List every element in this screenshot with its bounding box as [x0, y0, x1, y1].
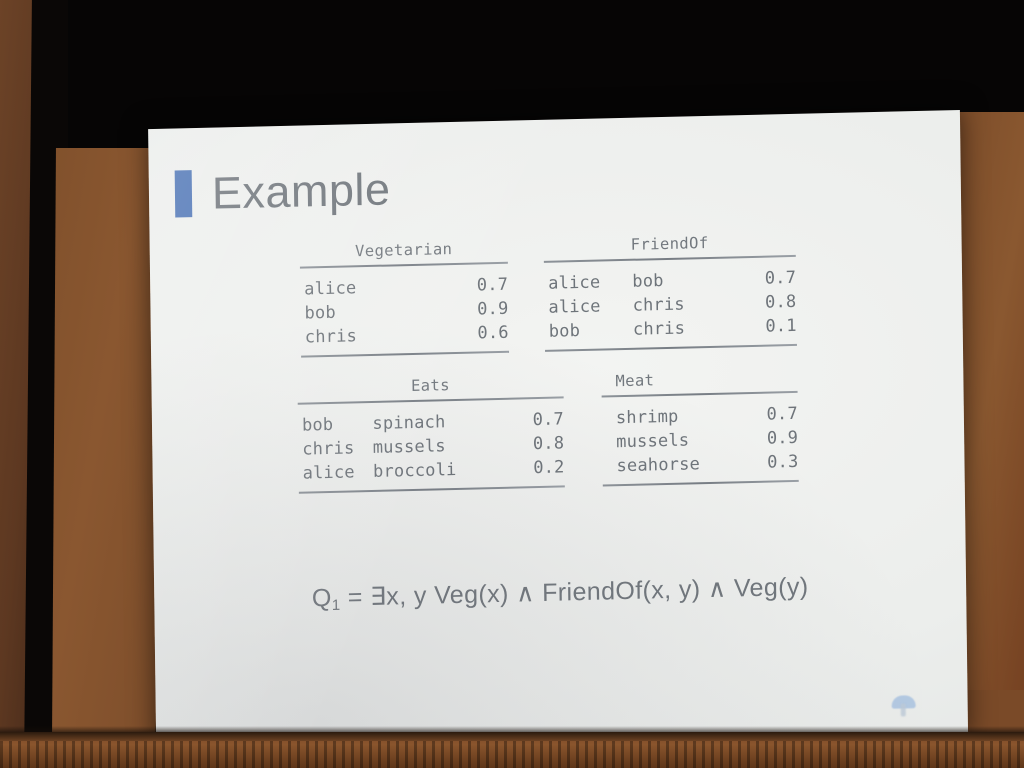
table-bottom-rule: [545, 343, 797, 352]
table-body: bob spinach 0.7 chris mussels 0.8 alice: [298, 407, 565, 485]
cell-weight: 0.2: [533, 457, 565, 479]
lecture-hall-photo: Example Vegetarian alice 0.7 bob 0.9 chr…: [0, 0, 1024, 768]
cell-weight: 0.7: [766, 403, 798, 425]
cell-entity: bob: [301, 414, 334, 436]
page-title: Example: [211, 163, 391, 219]
cell-weight: 0.8: [764, 291, 797, 313]
cell-entity2: chris: [632, 318, 686, 340]
table-vegetarian: Vegetarian alice 0.7 bob 0.9 chris 0.6: [299, 239, 510, 358]
query-formula: Q1 = ∃x, y Veg(x) ∧ FriendOf(x, y) ∧ Veg…: [154, 568, 966, 617]
table-body: alice 0.7 bob 0.9 chris 0.6: [300, 273, 509, 350]
formula-label: Q: [311, 583, 332, 613]
cell-entity2: chris: [632, 294, 685, 316]
tables-row-top: Vegetarian alice 0.7 bob 0.9 chris 0.6 F…: [299, 231, 821, 358]
cell-weight: 0.8: [532, 433, 565, 455]
cell-entity: bob: [304, 302, 336, 324]
cell-entity1: alice: [548, 296, 601, 318]
table-bottom-rule: [298, 485, 565, 494]
table-row: bob chris 0.1: [545, 314, 797, 344]
cell-entity1: alice: [548, 272, 601, 294]
cell-weight: 0.7: [764, 267, 797, 289]
cell-food: spinach: [372, 412, 446, 434]
cell-food: mussels: [616, 430, 690, 453]
cell-weight: 0.9: [477, 298, 509, 320]
relation-tables: Vegetarian alice 0.7 bob 0.9 chris 0.6 F…: [297, 231, 823, 494]
cell-weight: 0.7: [532, 409, 565, 431]
tables-row-bottom: Eats bob spinach 0.7 chris mussels 0.8 a…: [297, 367, 822, 494]
cell-weight: 0.6: [477, 322, 509, 344]
cell-weight: 0.9: [766, 427, 799, 449]
table-eats: Eats bob spinach 0.7 chris mussels 0.8 a…: [297, 373, 565, 494]
cell-weight: 0.7: [476, 274, 509, 296]
cell-weight: 0.1: [765, 315, 797, 337]
cell-food: shrimp: [615, 406, 679, 429]
cell-entity: alice: [304, 278, 357, 300]
table-body: alice bob 0.7 alice chris 0.8 bob chris …: [544, 266, 797, 344]
slide-surface: Example Vegetarian alice 0.7 bob 0.9 chr…: [148, 110, 969, 758]
projected-slide: Example Vegetarian alice 0.7 bob 0.9 chr…: [148, 110, 969, 758]
mushroom-logo-icon: [891, 695, 916, 718]
table-row: alice broccoli 0.2: [298, 455, 564, 485]
slide-title-row: Example: [174, 163, 391, 219]
table-row: seahorse 0.3: [602, 450, 798, 479]
cell-entity: chris: [302, 438, 355, 460]
table-friendof: FriendOf alice bob 0.7 alice chris 0.8 b…: [543, 232, 797, 352]
cell-entity1: bob: [548, 321, 581, 342]
formula-subscript: 1: [331, 596, 341, 614]
table-bottom-rule: [301, 350, 510, 358]
table-meat: Meat shrimp 0.7 mussels 0.9 seahorse 0.3: [601, 368, 799, 487]
accent-bar-icon: [174, 170, 193, 218]
acoustic-wood-panel: [0, 732, 1024, 768]
cell-food: mussels: [372, 436, 446, 458]
cell-food: seahorse: [616, 454, 701, 477]
cell-entity2: bob: [632, 271, 664, 292]
table-body: shrimp 0.7 mussels 0.9 seahorse 0.3: [602, 402, 799, 479]
table-row: chris 0.6: [301, 321, 509, 350]
cell-food: broccoli: [372, 459, 457, 482]
formula-body: = ∃x, y Veg(x) ∧ FriendOf(x, y) ∧ Veg(y): [340, 572, 809, 612]
cell-weight: 0.3: [767, 451, 799, 473]
cell-entity: chris: [304, 326, 358, 348]
logo-stem: [900, 703, 906, 717]
table-bottom-rule: [602, 479, 799, 487]
cell-entity: alice: [302, 462, 355, 484]
